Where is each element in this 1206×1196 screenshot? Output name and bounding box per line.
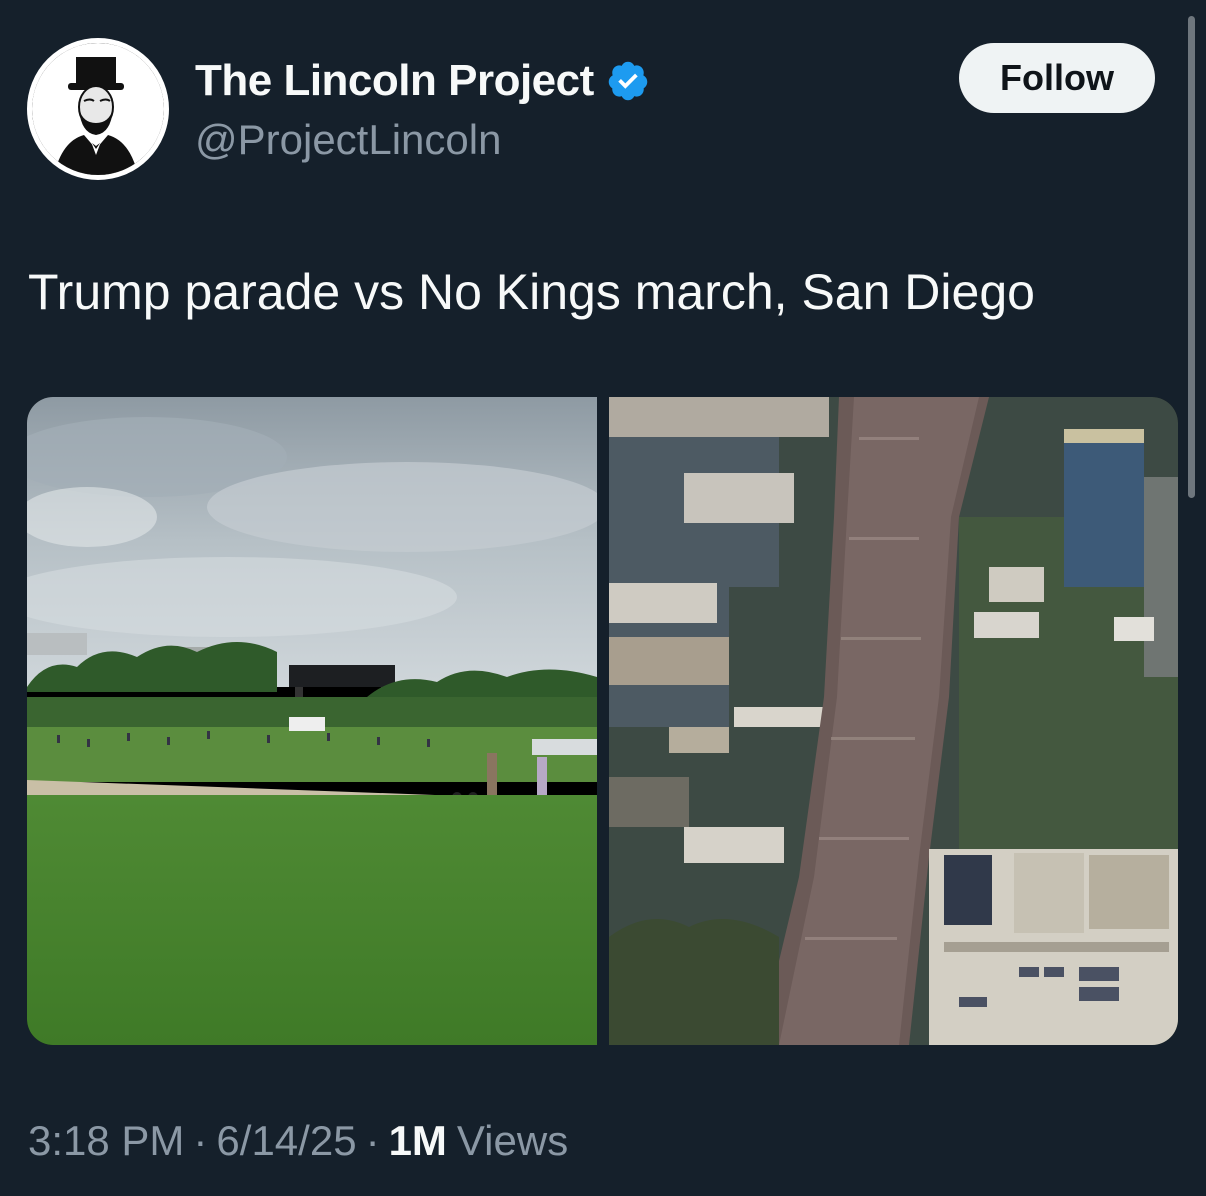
tweet-media[interactable] <box>27 397 1178 1045</box>
photo-aerial-dense-march[interactable] <box>609 397 1178 1045</box>
tweet-date[interactable]: 6/14/25 <box>216 1117 356 1165</box>
scrollbar[interactable] <box>1188 16 1195 498</box>
views-count[interactable]: 1M <box>389 1117 447 1165</box>
verified-badge-icon[interactable] <box>606 59 650 103</box>
media-divider <box>597 397 609 1045</box>
views-label[interactable]: Views <box>457 1117 568 1165</box>
author-name-text[interactable]: The Lincoln Project <box>195 56 594 106</box>
author-avatar[interactable] <box>27 38 169 180</box>
author-name[interactable]: The Lincoln Project <box>195 56 650 106</box>
tweet-view: The Lincoln Project @ProjectLincoln Foll… <box>0 0 1206 1196</box>
meta-separator: · <box>193 1117 208 1164</box>
tweet-text: Trump parade vs No Kings march, San Dieg… <box>28 264 1035 320</box>
follow-button[interactable]: Follow <box>959 43 1155 113</box>
photo-mall-sparse-crowd[interactable] <box>27 397 597 1045</box>
tweet-meta: 3:18 PM · 6/14/25 · 1M Views <box>28 1117 568 1165</box>
meta-separator: · <box>365 1117 380 1164</box>
tweet-time[interactable]: 3:18 PM <box>28 1117 184 1165</box>
lincoln-portrait-icon <box>32 43 164 175</box>
author-handle[interactable]: @ProjectLincoln <box>195 116 501 164</box>
